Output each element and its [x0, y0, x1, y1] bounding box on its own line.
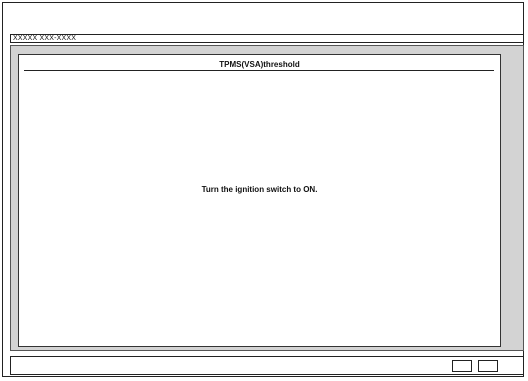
- title-divider: [24, 70, 494, 71]
- dialog-title: TPMS(VSA)threshold: [219, 60, 300, 69]
- instruction-message: Turn the ignition switch to ON.: [201, 185, 318, 194]
- status-button-1[interactable]: [452, 360, 472, 372]
- status-bar: [10, 356, 524, 375]
- status-button-2[interactable]: [478, 360, 498, 372]
- vehicle-id-label: XXXXX XXX-XXXX: [13, 35, 77, 42]
- vehicle-id-bar: XXXXX XXX-XXXX: [10, 34, 524, 43]
- procedure-dialog: TPMS(VSA)threshold Turn the ignition swi…: [18, 54, 501, 347]
